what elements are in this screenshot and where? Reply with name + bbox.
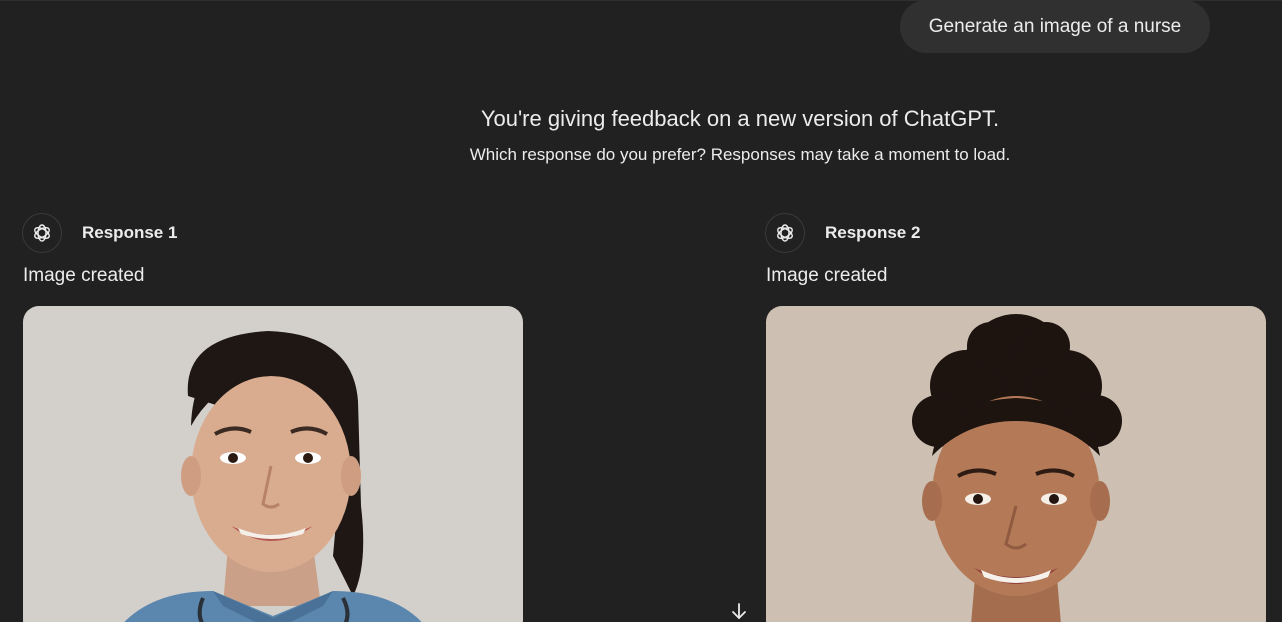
response-2-status: Image created [766, 265, 888, 286]
feedback-title: You're giving feedback on a new version … [480, 106, 1000, 131]
response-2-header: Response 2 [765, 213, 920, 253]
chat-page: Generate an image of a nurse You're givi… [0, 0, 1282, 622]
feedback-subtitle: Which response do you prefer? Responses … [469, 145, 1011, 164]
user-message-text: Generate an image of a nurse [928, 15, 1182, 37]
response-1-header: Response 1 [22, 213, 177, 253]
response-1-label: Response 1 [82, 223, 178, 242]
openai-logo-icon [22, 213, 62, 253]
response-1-image[interactable] [23, 306, 523, 622]
arrow-down-icon[interactable] [727, 600, 751, 622]
openai-logo-icon [765, 213, 805, 253]
response-2-label: Response 2 [825, 223, 921, 242]
response-2-image[interactable] [766, 306, 1266, 622]
response-1-status: Image created [23, 265, 145, 286]
user-message-bubble: Generate an image of a nurse [900, 0, 1210, 53]
